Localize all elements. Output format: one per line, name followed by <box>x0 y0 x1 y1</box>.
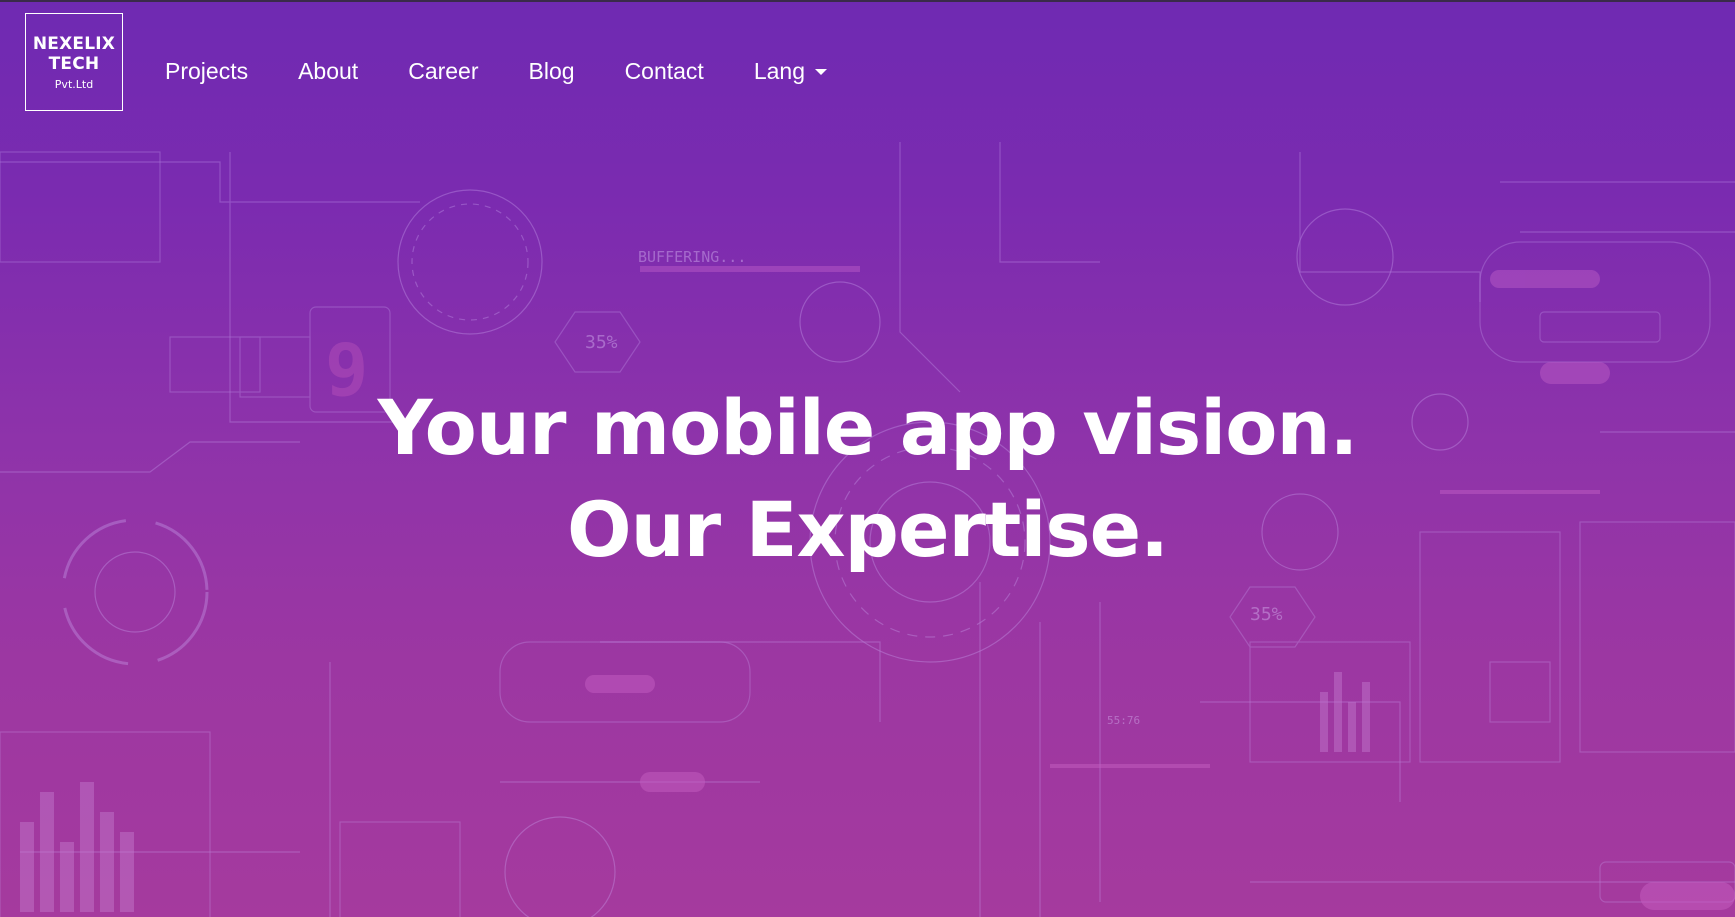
percent-label-1: 35% <box>585 332 618 353</box>
lang-dropdown-label: Lang <box>753 58 805 84</box>
nav-link-contact[interactable]: Contact <box>625 58 704 85</box>
hero-headline-line-1: Your mobile app vision. <box>377 383 1359 472</box>
logo-line-3: Pvt.Ltd <box>54 77 94 91</box>
buffering-text: BUFFERING... <box>638 248 746 266</box>
nav-link-projects[interactable]: Projects <box>165 58 248 85</box>
page: BUFFERING... 35% 35% 9 55:76 NEXELIX TEC… <box>0 0 1735 917</box>
nav-link-about[interactable]: About <box>298 58 358 85</box>
main-nav: Projects About Career Blog Contact Lang <box>165 58 877 85</box>
hero-headline-line-2: Our Expertise. <box>566 485 1169 574</box>
logo-line-1: NEXELIX <box>32 33 116 54</box>
logo-line-2: TECH <box>48 53 100 74</box>
glow-bars <box>585 266 1735 910</box>
nav-link-career[interactable]: Career <box>408 58 478 85</box>
navbar: NEXELIX TECH Pvt.Ltd Projects About Care… <box>0 2 1735 132</box>
nav-link-blog[interactable]: Blog <box>529 58 575 85</box>
chevron-down-icon <box>815 68 827 75</box>
clock-label: 55:76 <box>1107 714 1140 727</box>
lang-dropdown[interactable]: Lang <box>754 58 827 85</box>
brand-logo[interactable]: NEXELIX TECH Pvt.Ltd <box>25 13 123 111</box>
percent-label-2: 35% <box>1250 604 1283 625</box>
hero-section: Your mobile app vision. Our Expertise. <box>0 377 1735 581</box>
